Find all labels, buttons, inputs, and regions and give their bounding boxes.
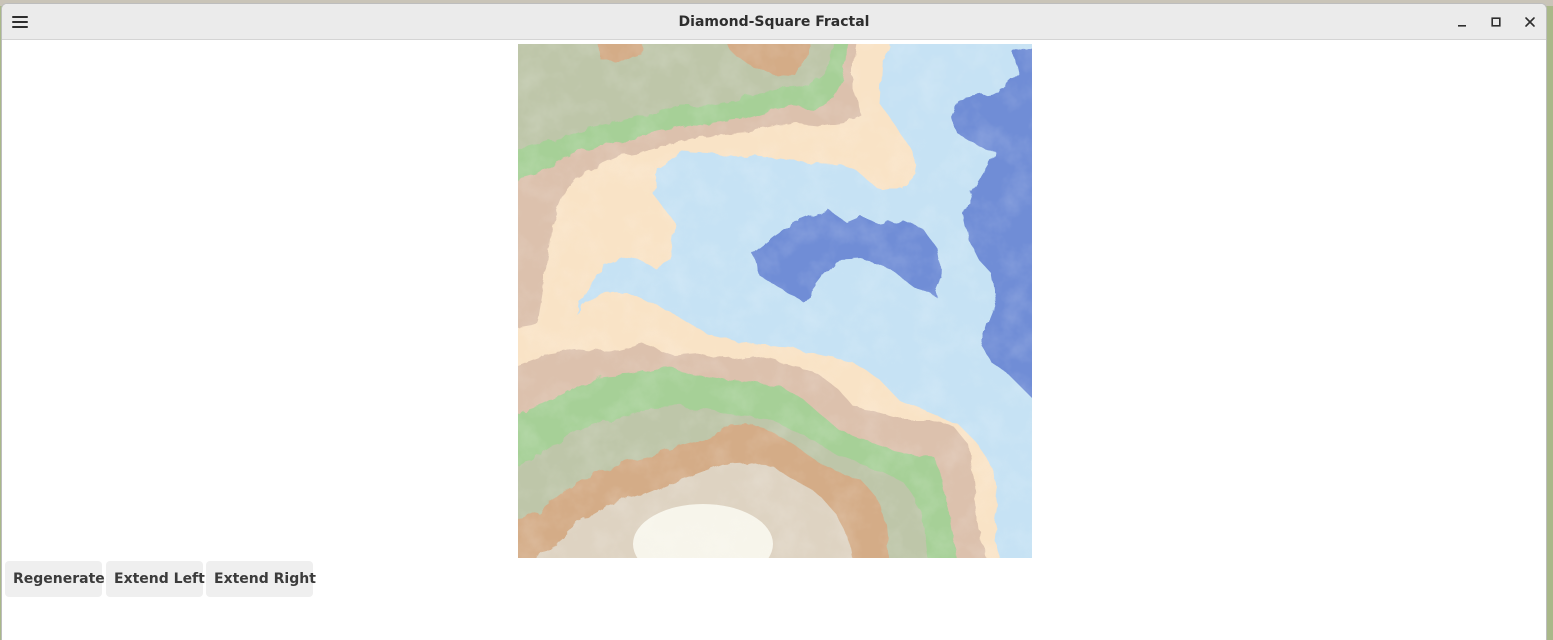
main-menu-button[interactable] (8, 10, 32, 34)
close-icon (1525, 17, 1535, 27)
minimize-button[interactable] (1450, 10, 1474, 34)
extend-left-button[interactable]: Extend Left (106, 561, 205, 597)
maximize-icon (1491, 17, 1501, 27)
title-bar: Diamond-Square Fractal (2, 4, 1546, 40)
main-content: Regenerate Extend Left Extend Right (2, 40, 1546, 640)
hamburger-menu-icon (12, 16, 28, 28)
window-title: Diamond-Square Fractal (678, 14, 870, 30)
extend-right-button[interactable]: Extend Right (206, 561, 316, 597)
minimize-icon (1458, 25, 1466, 27)
maximize-button[interactable] (1484, 10, 1508, 34)
close-button[interactable] (1518, 10, 1542, 34)
regenerate-button[interactable]: Regenerate (5, 561, 105, 597)
fractal-terrain-map (518, 44, 1032, 558)
app-window: Diamond-Square Fractal Regenerate Extend… (1, 3, 1547, 640)
terrain-noise-overlay (518, 44, 1032, 558)
